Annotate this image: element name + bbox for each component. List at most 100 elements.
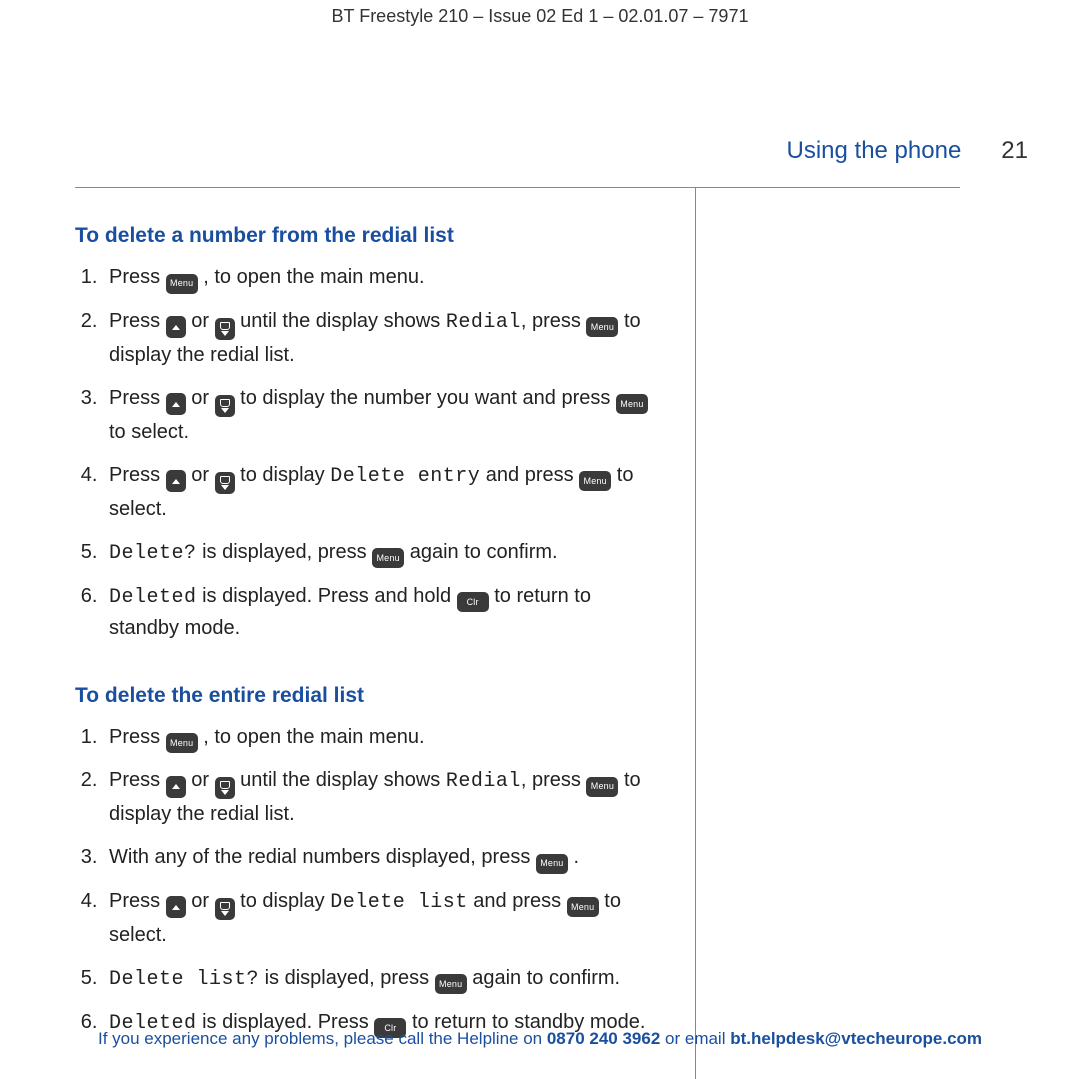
steps-delete-number: Press Menu , to open the main menu. Pres… bbox=[75, 262, 665, 644]
text: again to confirm. bbox=[472, 967, 620, 989]
step: Press or to display the number you want … bbox=[103, 383, 665, 448]
icon-label: Menu bbox=[439, 980, 462, 989]
phonebook-icon bbox=[220, 322, 230, 330]
arrow-up-icon bbox=[172, 905, 180, 910]
text: , to open the main menu. bbox=[203, 726, 424, 748]
up-button-icon bbox=[166, 896, 186, 918]
step: Deleted is displayed. Press and hold Clr… bbox=[103, 581, 665, 644]
page-number: 21 bbox=[1001, 137, 1028, 165]
up-button-icon bbox=[166, 776, 186, 798]
text: or bbox=[191, 387, 214, 409]
down-button-icon bbox=[215, 395, 235, 417]
footer-text: If you experience any problems, please c… bbox=[98, 1029, 547, 1048]
menu-button-icon: Menu bbox=[435, 974, 467, 994]
phonebook-icon bbox=[220, 781, 230, 789]
text: Press bbox=[109, 387, 166, 409]
phonebook-icon bbox=[220, 902, 230, 910]
lcd-text: Deleted bbox=[109, 586, 197, 609]
text: is displayed. Press and hold bbox=[197, 585, 457, 607]
step: Press or to display Delete list and pres… bbox=[103, 886, 665, 951]
step: Press Menu , to open the main menu. bbox=[103, 722, 665, 754]
text: Press bbox=[109, 464, 166, 486]
arrow-down-icon bbox=[221, 911, 229, 916]
icon-label: Menu bbox=[540, 859, 563, 868]
text: . bbox=[573, 846, 579, 868]
heading-delete-number: To delete a number from the redial list bbox=[75, 224, 665, 248]
icon-label: Menu bbox=[584, 477, 607, 486]
footer-text: or email bbox=[660, 1029, 730, 1048]
icon-label: Clr bbox=[467, 598, 479, 607]
icon-label: Menu bbox=[376, 554, 399, 563]
text: or bbox=[191, 464, 214, 486]
step: Press or to display Delete entry and pre… bbox=[103, 460, 665, 525]
text: With any of the redial numbers displayed… bbox=[109, 846, 536, 868]
lcd-text: Delete entry bbox=[330, 465, 480, 488]
text: or bbox=[191, 890, 214, 912]
down-button-icon bbox=[215, 318, 235, 340]
icon-label: Menu bbox=[170, 739, 193, 748]
text: to display the number you want and press bbox=[240, 387, 616, 409]
step: Press Menu , to open the main menu. bbox=[103, 262, 665, 294]
clr-button-icon: Clr bbox=[457, 592, 489, 612]
icon-label: Menu bbox=[571, 903, 594, 912]
text: Press bbox=[109, 769, 166, 791]
icon-label: Menu bbox=[620, 400, 643, 409]
lcd-text: Delete list bbox=[330, 891, 468, 914]
text: or bbox=[191, 769, 214, 791]
menu-button-icon: Menu bbox=[586, 317, 618, 337]
menu-button-icon: Menu bbox=[166, 274, 198, 294]
text: to select. bbox=[109, 421, 189, 443]
menu-button-icon: Menu bbox=[586, 777, 618, 797]
arrow-down-icon bbox=[221, 331, 229, 336]
arrow-up-icon bbox=[172, 402, 180, 407]
text: Press bbox=[109, 726, 166, 748]
running-header: Using the phone 21 bbox=[0, 27, 1080, 165]
up-button-icon bbox=[166, 316, 186, 338]
document-header: BT Freestyle 210 – Issue 02 Ed 1 – 02.01… bbox=[0, 0, 1080, 27]
text: until the display shows bbox=[240, 310, 446, 332]
menu-button-icon: Menu bbox=[536, 854, 568, 874]
phonebook-icon bbox=[220, 399, 230, 407]
text: and press bbox=[480, 464, 579, 486]
step: Delete list? is displayed, press Menu ag… bbox=[103, 963, 665, 995]
content-columns: To delete a number from the redial list … bbox=[75, 188, 960, 1079]
text: Press bbox=[109, 266, 166, 288]
menu-button-icon: Menu bbox=[567, 897, 599, 917]
text: to display bbox=[240, 890, 330, 912]
text: Press bbox=[109, 890, 166, 912]
step: With any of the redial numbers displayed… bbox=[103, 842, 665, 874]
menu-button-icon: Menu bbox=[372, 548, 404, 568]
text: is displayed, press bbox=[259, 967, 435, 989]
arrow-up-icon bbox=[172, 325, 180, 330]
text: or bbox=[191, 310, 214, 332]
down-button-icon bbox=[215, 472, 235, 494]
doc-header-text: BT Freestyle 210 – Issue 02 Ed 1 – 02.01… bbox=[332, 6, 749, 26]
arrow-down-icon bbox=[221, 485, 229, 490]
text: , press bbox=[521, 769, 587, 791]
side-column bbox=[696, 188, 960, 1079]
text: , press bbox=[521, 310, 587, 332]
step: Press or until the display shows Redial,… bbox=[103, 306, 665, 371]
text: is displayed, press bbox=[197, 541, 373, 563]
down-button-icon bbox=[215, 777, 235, 799]
phonebook-icon bbox=[220, 476, 230, 484]
section-title: Using the phone bbox=[787, 137, 962, 165]
lcd-text: Redial bbox=[446, 770, 521, 793]
lcd-text: Redial bbox=[446, 311, 521, 334]
arrow-up-icon bbox=[172, 784, 180, 789]
lcd-text: Delete list? bbox=[109, 968, 259, 991]
down-button-icon bbox=[215, 898, 235, 920]
menu-button-icon: Menu bbox=[616, 394, 648, 414]
text: to display bbox=[240, 464, 330, 486]
menu-button-icon: Menu bbox=[166, 733, 198, 753]
main-column: To delete a number from the redial list … bbox=[75, 188, 695, 1079]
steps-delete-list: Press Menu , to open the main menu. Pres… bbox=[75, 722, 665, 1039]
arrow-up-icon bbox=[172, 479, 180, 484]
step: Delete? is displayed, press Menu again t… bbox=[103, 537, 665, 569]
arrow-down-icon bbox=[221, 408, 229, 413]
arrow-down-icon bbox=[221, 790, 229, 795]
icon-label: Menu bbox=[591, 323, 614, 332]
helpline-phone: 0870 240 3962 bbox=[547, 1029, 660, 1048]
page: BT Freestyle 210 – Issue 02 Ed 1 – 02.01… bbox=[0, 0, 1080, 1079]
text: and press bbox=[468, 890, 567, 912]
